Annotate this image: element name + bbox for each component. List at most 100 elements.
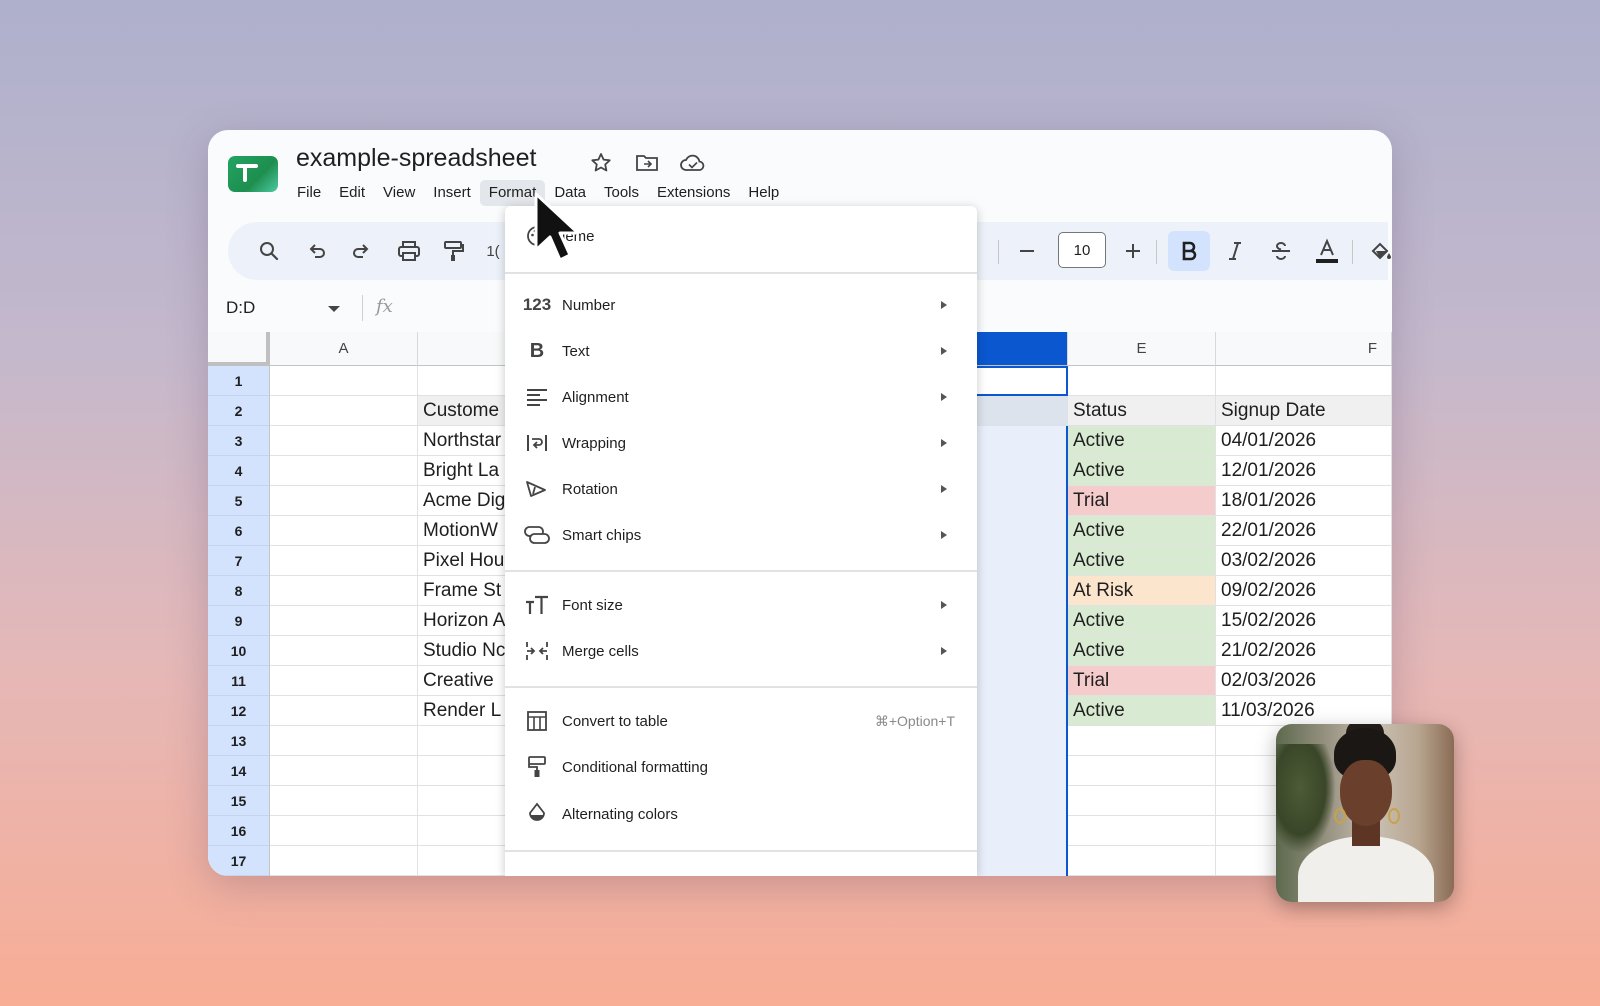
name-box-dropdown-icon[interactable] — [328, 306, 340, 312]
row-header[interactable]: 5 — [208, 486, 270, 516]
row-header[interactable]: 14 — [208, 756, 270, 786]
menu-item-smart-chips[interactable]: Smart chips — [505, 512, 977, 558]
grid-cell[interactable] — [270, 666, 418, 696]
grid-cell[interactable] — [270, 546, 418, 576]
signup-date-cell[interactable]: 18/01/2026 — [1216, 486, 1392, 516]
paint-format-icon[interactable] — [436, 234, 470, 268]
menu-extensions[interactable]: Extensions — [648, 180, 739, 206]
status-cell[interactable]: Active — [1068, 546, 1216, 576]
grid-cell[interactable] — [270, 516, 418, 546]
menu-item-merge-cells[interactable]: Merge cells — [505, 628, 977, 674]
grid-cell[interactable] — [270, 636, 418, 666]
grid-cell[interactable] — [1068, 756, 1216, 786]
menu-item-wrapping[interactable]: Wrapping — [505, 420, 977, 466]
menu-tools[interactable]: Tools — [595, 180, 648, 206]
name-box[interactable]: D:D — [226, 298, 255, 318]
bold-icon[interactable] — [1168, 231, 1210, 271]
menu-view[interactable]: View — [374, 180, 424, 206]
menu-item-convert-to-table[interactable]: Convert to table ⌘+Option+T — [505, 698, 977, 744]
grid-cell[interactable] — [270, 606, 418, 636]
menu-item-text[interactable]: B Text — [505, 328, 977, 374]
search-icon[interactable] — [252, 234, 286, 268]
status-cell[interactable]: Active — [1068, 636, 1216, 666]
signup-date-cell[interactable]: 11/03/2026 — [1216, 696, 1392, 726]
menu-help[interactable]: Help — [739, 180, 788, 206]
grid-cell[interactable] — [270, 726, 418, 756]
status-cell[interactable]: Active — [1068, 606, 1216, 636]
grid-cell[interactable] — [270, 426, 418, 456]
row-header[interactable]: 8 — [208, 576, 270, 606]
signup-date-cell[interactable]: 03/02/2026 — [1216, 546, 1392, 576]
column-header-a[interactable]: A — [270, 332, 418, 366]
column-header-b[interactable] — [418, 332, 506, 366]
grid-cell[interactable] — [270, 816, 418, 846]
header-cell-signup-date[interactable]: Signup Date — [1216, 396, 1392, 426]
signup-date-cell[interactable]: 22/01/2026 — [1216, 516, 1392, 546]
row-header[interactable]: 11 — [208, 666, 270, 696]
document-title[interactable]: example-spreadsheet — [296, 144, 536, 173]
grid-cell[interactable] — [270, 366, 418, 396]
row-header[interactable]: 6 — [208, 516, 270, 546]
column-header-e[interactable]: E — [1068, 332, 1216, 366]
row-header[interactable]: 1 — [208, 366, 270, 396]
menu-insert[interactable]: Insert — [424, 180, 480, 206]
webcam-video-overlay[interactable] — [1276, 724, 1454, 902]
menu-item-rotation[interactable]: Rotation — [505, 466, 977, 512]
menu-item-conditional-formatting[interactable]: Conditional formatting — [505, 744, 977, 790]
select-all-corner[interactable] — [208, 332, 270, 366]
sheets-logo-icon[interactable] — [228, 156, 278, 192]
row-header[interactable]: 12 — [208, 696, 270, 726]
signup-date-cell[interactable]: 04/01/2026 — [1216, 426, 1392, 456]
row-header[interactable]: 10 — [208, 636, 270, 666]
menu-item-number[interactable]: 123 Number — [505, 282, 977, 328]
grid-cell[interactable] — [270, 456, 418, 486]
signup-date-cell[interactable]: 12/01/2026 — [1216, 456, 1392, 486]
grid-cell[interactable] — [270, 486, 418, 516]
increase-font-size-icon[interactable] — [1116, 234, 1150, 268]
signup-date-cell[interactable]: 02/03/2026 — [1216, 666, 1392, 696]
undo-icon[interactable] — [300, 234, 334, 268]
signup-date-cell[interactable]: 09/02/2026 — [1216, 576, 1392, 606]
status-cell[interactable]: Active — [1068, 696, 1216, 726]
italic-icon[interactable] — [1218, 234, 1252, 268]
fill-color-icon[interactable] — [1364, 234, 1392, 268]
redo-icon[interactable] — [344, 234, 378, 268]
grid-cell[interactable] — [1216, 366, 1392, 396]
grid-cell[interactable] — [1068, 816, 1216, 846]
status-cell[interactable]: Trial — [1068, 666, 1216, 696]
grid-cell[interactable] — [270, 786, 418, 816]
menu-edit[interactable]: Edit — [330, 180, 374, 206]
menu-item-alignment[interactable]: Alignment — [505, 374, 977, 420]
menu-file[interactable]: File — [288, 180, 330, 206]
row-header[interactable]: 9 — [208, 606, 270, 636]
grid-cell[interactable] — [1068, 846, 1216, 876]
column-header-f[interactable]: F — [1216, 332, 1392, 366]
row-header[interactable]: 16 — [208, 816, 270, 846]
row-header[interactable]: 7 — [208, 546, 270, 576]
status-cell[interactable]: Active — [1068, 456, 1216, 486]
row-header[interactable]: 4 — [208, 456, 270, 486]
star-icon[interactable] — [584, 146, 618, 180]
print-icon[interactable] — [392, 234, 426, 268]
status-cell[interactable]: Active — [1068, 516, 1216, 546]
row-header[interactable]: 2 — [208, 396, 270, 426]
status-cell[interactable]: Trial — [1068, 486, 1216, 516]
grid-cell[interactable] — [1068, 366, 1216, 396]
grid-cell[interactable] — [270, 696, 418, 726]
grid-cell[interactable] — [1068, 786, 1216, 816]
strikethrough-icon[interactable] — [1264, 234, 1298, 268]
font-size-input[interactable]: 10 — [1058, 232, 1106, 268]
decrease-font-size-icon[interactable] — [1010, 234, 1044, 268]
grid-cell[interactable] — [270, 396, 418, 426]
grid-cell[interactable] — [270, 576, 418, 606]
signup-date-cell[interactable]: 15/02/2026 — [1216, 606, 1392, 636]
menu-item-font-size[interactable]: Font size — [505, 582, 977, 628]
status-cell[interactable]: Active — [1068, 426, 1216, 456]
grid-cell[interactable] — [1068, 726, 1216, 756]
cloud-saved-icon[interactable] — [676, 146, 710, 180]
status-cell[interactable]: At Risk — [1068, 576, 1216, 606]
text-color-icon[interactable] — [1310, 234, 1344, 268]
row-header[interactable]: 13 — [208, 726, 270, 756]
row-header[interactable]: 17 — [208, 846, 270, 876]
signup-date-cell[interactable]: 21/02/2026 — [1216, 636, 1392, 666]
